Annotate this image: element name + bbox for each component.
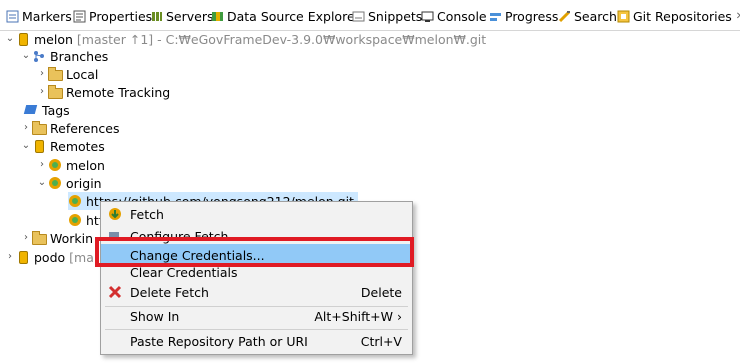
menu-item-delete-fetch[interactable]: Delete Fetch Delete <box>101 281 412 303</box>
tab-label: Search <box>574 8 617 24</box>
fetch-icon <box>108 207 122 221</box>
tree-item-working-tree[interactable]: › Workin <box>20 229 93 247</box>
chevron-down-icon[interactable]: ⌄ <box>20 47 32 65</box>
context-menu: Fetch Configure Fetch... Change Credenti… <box>100 201 413 355</box>
branches-icon <box>32 49 46 63</box>
properties-icon <box>73 10 86 23</box>
tab-markers[interactable]: Markers <box>6 7 72 25</box>
tab-search[interactable]: Search <box>558 7 617 25</box>
tree-item-melon-repo[interactable]: ⌄ melon [master ↑1] - C:₩eGovFrameDev-3.… <box>4 30 486 48</box>
console-icon <box>421 10 434 23</box>
tab-label: Snippets <box>368 8 423 24</box>
repository-icon <box>16 250 30 264</box>
tab-servers[interactable]: Servers <box>150 7 214 25</box>
delete-icon <box>108 285 122 299</box>
close-icon[interactable]: ✕ <box>736 11 740 22</box>
chevron-down-icon[interactable]: ⌄ <box>36 174 48 192</box>
tree-item-branches[interactable]: ⌄ Branches <box>20 47 109 65</box>
folder-icon <box>48 85 63 99</box>
tree-item-remote-tracking[interactable]: › Remote Tracking <box>36 83 170 101</box>
tab-label: Git Repositories <box>633 8 732 24</box>
remote-icon <box>48 176 62 190</box>
tree-item-local[interactable]: › Local <box>36 65 98 83</box>
chevron-right-icon[interactable]: › <box>36 156 48 174</box>
data-source-icon <box>211 10 224 23</box>
fetch-url-icon <box>68 194 82 208</box>
remotes-icon <box>32 139 46 153</box>
remote-icon <box>48 158 62 172</box>
search-icon <box>558 10 571 23</box>
chevron-right-icon[interactable]: › <box>36 83 48 101</box>
chevron-right-icon[interactable]: › <box>20 119 32 137</box>
chevron-right-icon[interactable]: › <box>20 229 32 247</box>
tab-git-repositories[interactable]: Git Repositories ✕ <box>617 7 740 25</box>
snippets-icon <box>352 10 365 23</box>
folder-icon <box>32 121 47 135</box>
tree-item-references[interactable]: › References <box>20 119 119 137</box>
folder-icon <box>32 231 47 245</box>
tab-label: Servers <box>166 8 214 24</box>
tab-label: Console <box>437 8 487 24</box>
folder-icon <box>48 67 63 81</box>
tab-console[interactable]: Console <box>421 7 487 25</box>
tab-data-source-explorer[interactable]: Data Source Explorer <box>211 7 360 25</box>
tag-icon <box>23 103 38 117</box>
tab-label: Progress <box>505 8 559 24</box>
tab-properties[interactable]: Properties <box>73 7 152 25</box>
repository-icon <box>16 32 30 46</box>
chevron-down-icon[interactable]: ⌄ <box>4 30 16 48</box>
tree-item-push-url[interactable]: htt <box>68 211 104 229</box>
annotation-highlight-box <box>95 237 414 267</box>
progress-icon <box>489 10 502 23</box>
tree-item-remotes[interactable]: ⌄ Remotes <box>20 137 105 155</box>
tab-progress[interactable]: Progress <box>489 7 558 25</box>
menu-item-show-in[interactable]: Show In Alt+Shift+W › <box>101 305 412 327</box>
chevron-right-icon[interactable]: › <box>4 248 16 266</box>
tree-item-tags[interactable]: Tags <box>23 101 70 119</box>
tree-item-origin[interactable]: ⌄ origin <box>36 174 102 192</box>
menu-item-fetch[interactable]: Fetch <box>101 203 412 225</box>
chevron-right-icon[interactable]: › <box>36 65 48 83</box>
tab-label: Properties <box>89 8 153 24</box>
markers-icon <box>6 10 19 23</box>
tree-item-podo-repo[interactable]: › podo [ma <box>4 248 94 266</box>
chevron-down-icon[interactable]: ⌄ <box>20 137 32 155</box>
view-tab-bar: Markers Properties Servers Data Source E… <box>0 0 740 31</box>
servers-icon <box>150 10 163 23</box>
tree-item-remote-melon[interactable]: › melon <box>36 156 105 174</box>
menu-item-paste-repository-path[interactable]: Paste Repository Path or URI Ctrl+V <box>101 330 412 352</box>
git-repositories-icon <box>617 10 630 23</box>
tab-label: Data Source Explorer <box>227 8 360 24</box>
tab-snippets[interactable]: Snippets <box>352 7 422 25</box>
push-url-icon <box>68 213 82 227</box>
tab-label: Markers <box>22 8 72 24</box>
